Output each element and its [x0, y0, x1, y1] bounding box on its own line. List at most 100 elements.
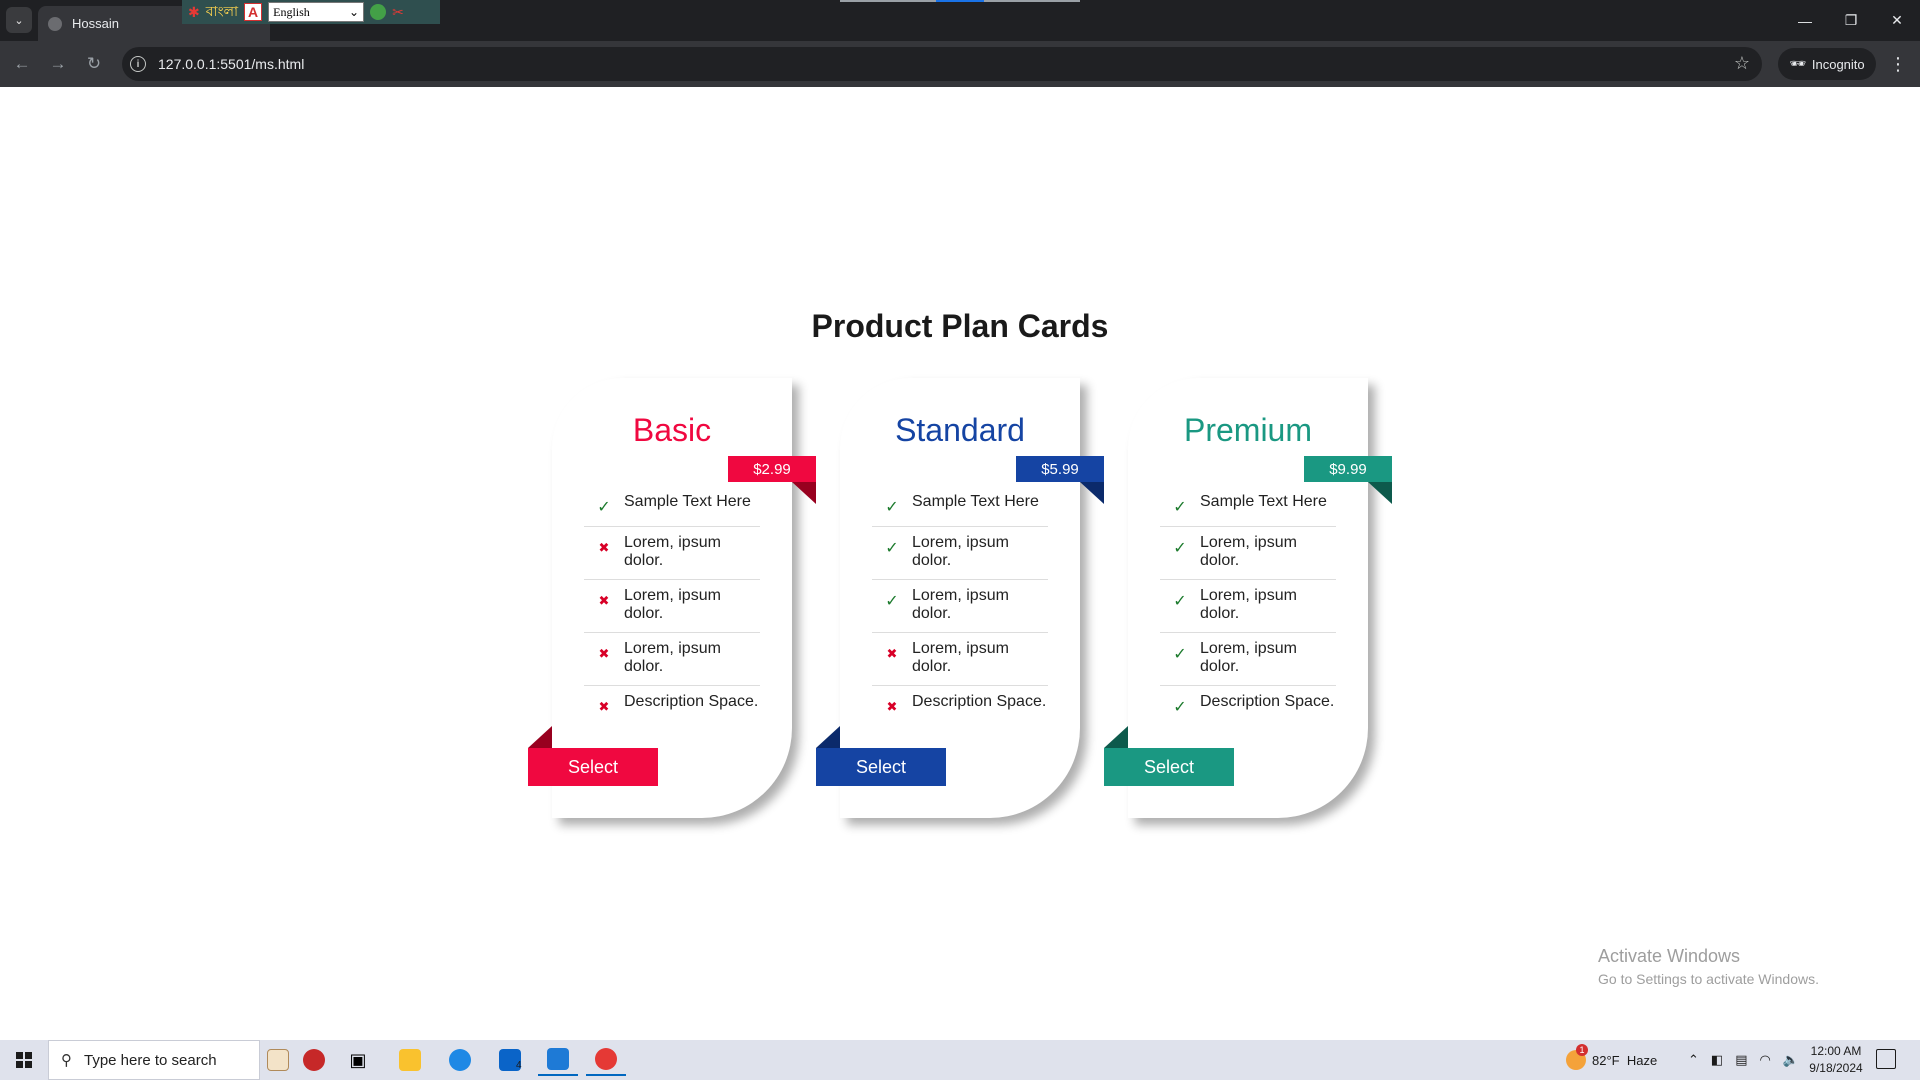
feature-text: Lorem, ipsum dolor.: [624, 640, 721, 675]
feature-text: Lorem, ipsum dolor.: [1200, 534, 1297, 569]
url-text[interactable]: 127.0.0.1:5501/ms.html: [158, 56, 304, 72]
select-button[interactable]: Select: [1104, 748, 1234, 786]
site-info-icon[interactable]: i: [130, 56, 146, 72]
feature-item: ✖ Description Space.: [872, 686, 1048, 724]
feature-item: ✓ Lorem, ipsum dolor.: [872, 527, 1048, 580]
feature-item: ✓ Sample Text Here: [584, 493, 760, 527]
search-placeholder: Type here to search: [84, 1051, 217, 1069]
price-ribbon-fold: [792, 482, 816, 504]
select-button[interactable]: Select: [528, 748, 658, 786]
incognito-indicator[interactable]: 🕶 Incognito: [1778, 48, 1876, 80]
network-status-icon[interactable]: ▤: [1735, 1052, 1747, 1068]
back-arrow-icon[interactable]: ←: [8, 50, 36, 78]
check-icon: ✓: [1173, 593, 1187, 610]
task-view-icon[interactable]: ▣: [338, 1044, 378, 1076]
feature-item: ✖ Lorem, ipsum dolor.: [872, 633, 1048, 686]
forward-arrow-icon[interactable]: →: [44, 50, 72, 78]
cross-icon: ✖: [598, 540, 610, 555]
feature-item: ✓ Lorem, ipsum dolor.: [1160, 527, 1336, 580]
restore-icon[interactable]: ❐: [1828, 0, 1874, 41]
reload-icon[interactable]: ↻: [80, 50, 108, 78]
language-select[interactable]: English ⌄: [268, 2, 365, 22]
extension-status-icon[interactable]: [370, 4, 387, 20]
cross-icon: ✖: [886, 646, 898, 661]
price-tag: $9.99: [1304, 456, 1392, 482]
price-ribbon-fold: [1080, 482, 1104, 504]
plan-name: Basic: [632, 412, 712, 448]
system-clock[interactable]: 12:00 AM 9/18/2024: [1806, 1043, 1866, 1077]
plan-card-1: Standard $5.99 ✓ Sample Text Here ✓ Lorem, ip…: [816, 378, 1104, 818]
price-tag: $5.99: [1016, 456, 1104, 482]
file-explorer-icon[interactable]: [390, 1044, 430, 1076]
feature-text: Description Space.: [1200, 693, 1335, 710]
cross-icon: ✖: [598, 646, 610, 661]
browser-tab-bar: ⌄ Hossain ✱ বাংলা A English ⌄ ✂ — ❐ ✕: [0, 0, 1920, 41]
incognito-icon: 🕶: [1789, 56, 1806, 71]
check-icon: ✓: [885, 499, 899, 516]
badge-app-icon[interactable]: [294, 1044, 334, 1076]
incognito-label: Incognito: [1811, 56, 1865, 72]
tab-search-button[interactable]: ⌄: [6, 7, 32, 33]
wifi-icon[interactable]: ◠: [1760, 1052, 1771, 1068]
language-extension-bar: ✱ বাংলা A English ⌄ ✂: [182, 0, 440, 24]
meet-now-icon[interactable]: ◧: [1711, 1052, 1723, 1068]
feature-item: ✖ Lorem, ipsum dolor.: [584, 633, 760, 686]
cross-icon: ✖: [886, 699, 898, 714]
watermark-title: Activate Windows: [1598, 946, 1741, 966]
globe-icon: [48, 16, 62, 31]
feature-list: ✓ Sample Text Here ✖ Lorem, ipsum dolor. ✖ Lo…: [584, 493, 760, 724]
mail-app-icon[interactable]: 4: [490, 1044, 530, 1076]
plan-card-0: Basic $2.99 ✓ Sample Text Here ✖ Lorem, ipsum…: [528, 378, 816, 818]
chrome-app-icon[interactable]: [586, 1044, 626, 1076]
feature-text: Description Space.: [624, 693, 759, 710]
font-a-icon[interactable]: A: [244, 3, 263, 21]
notifications-icon[interactable]: [1876, 1049, 1896, 1069]
feature-text: Lorem, ipsum dolor.: [624, 587, 721, 622]
clock-time: 12:00 AM: [1810, 1044, 1862, 1058]
notepad-app-icon[interactable]: [258, 1044, 298, 1076]
check-icon: ✓: [885, 540, 899, 557]
taskbar-search[interactable]: ⚲ Type here to search: [48, 1040, 260, 1080]
feature-text: Lorem, ipsum dolor.: [1200, 640, 1297, 675]
vscode-app-icon[interactable]: [538, 1044, 578, 1076]
chevron-up-icon[interactable]: ⌃: [1688, 1052, 1699, 1068]
watermark-subtitle: Go to Settings to activate Windows.: [1598, 971, 1819, 987]
select-ribbon-fold: [1104, 726, 1128, 748]
price-ribbon-fold: [1368, 482, 1392, 504]
feature-text: Lorem, ipsum dolor.: [1200, 587, 1297, 622]
more-menu-icon[interactable]: ⋮: [1884, 50, 1912, 78]
minimize-icon[interactable]: —: [1782, 0, 1828, 41]
weather-alert-badge: 1: [1576, 1044, 1588, 1056]
address-bar[interactable]: i 127.0.0.1:5501/ms.html ☆: [122, 47, 1762, 81]
plan-name: Standard: [895, 412, 1025, 448]
feature-text: Sample Text Here: [1200, 493, 1327, 510]
plan-card-2: Premium $9.99 ✓ Sample Text Here ✓ Lorem, ips…: [1104, 378, 1392, 818]
check-icon: ✓: [597, 499, 611, 516]
page-title: Product Plan Cards: [811, 308, 1109, 344]
close-icon[interactable]: ✕: [1874, 0, 1920, 41]
feature-text: Lorem, ipsum dolor.: [912, 587, 1009, 622]
feature-item: ✖ Lorem, ipsum dolor.: [584, 580, 760, 633]
bangla-label[interactable]: বাংলা: [206, 0, 238, 24]
weather-text: 82°F Haze: [1592, 1052, 1658, 1068]
feature-text: Lorem, ipsum dolor.: [624, 534, 721, 569]
select-button[interactable]: Select: [816, 748, 946, 786]
activate-windows-watermark: Activate Windows Go to Settings to activ…: [1598, 946, 1819, 987]
weather-icon: 1: [1566, 1044, 1588, 1070]
feature-text: Sample Text Here: [912, 493, 1039, 510]
feature-item: ✓ Sample Text Here: [1160, 493, 1336, 527]
volume-icon[interactable]: 🔈: [1783, 1052, 1799, 1068]
select-ribbon-fold: [528, 726, 552, 748]
feature-list: ✓ Sample Text Here ✓ Lorem, ipsum dolor. ✓ Lo…: [1160, 493, 1336, 726]
edge-browser-icon[interactable]: [440, 1044, 480, 1076]
feature-list: ✓ Sample Text Here ✓ Lorem, ipsum dolor. ✓ Lo…: [872, 493, 1048, 724]
weather-widget[interactable]: 1 82°F Haze: [1566, 1040, 1657, 1080]
start-button[interactable]: [0, 1040, 48, 1080]
feature-text: Description Space.: [912, 693, 1047, 710]
feature-text: Lorem, ipsum dolor.: [912, 640, 1009, 675]
bookmark-star-icon[interactable]: ☆: [1734, 53, 1750, 74]
price-tag: $2.99: [728, 456, 816, 482]
plan-name: Premium: [1183, 412, 1312, 448]
feature-item: ✓ Description Space.: [1160, 686, 1336, 726]
extension-close-icon[interactable]: ✂: [392, 4, 404, 21]
